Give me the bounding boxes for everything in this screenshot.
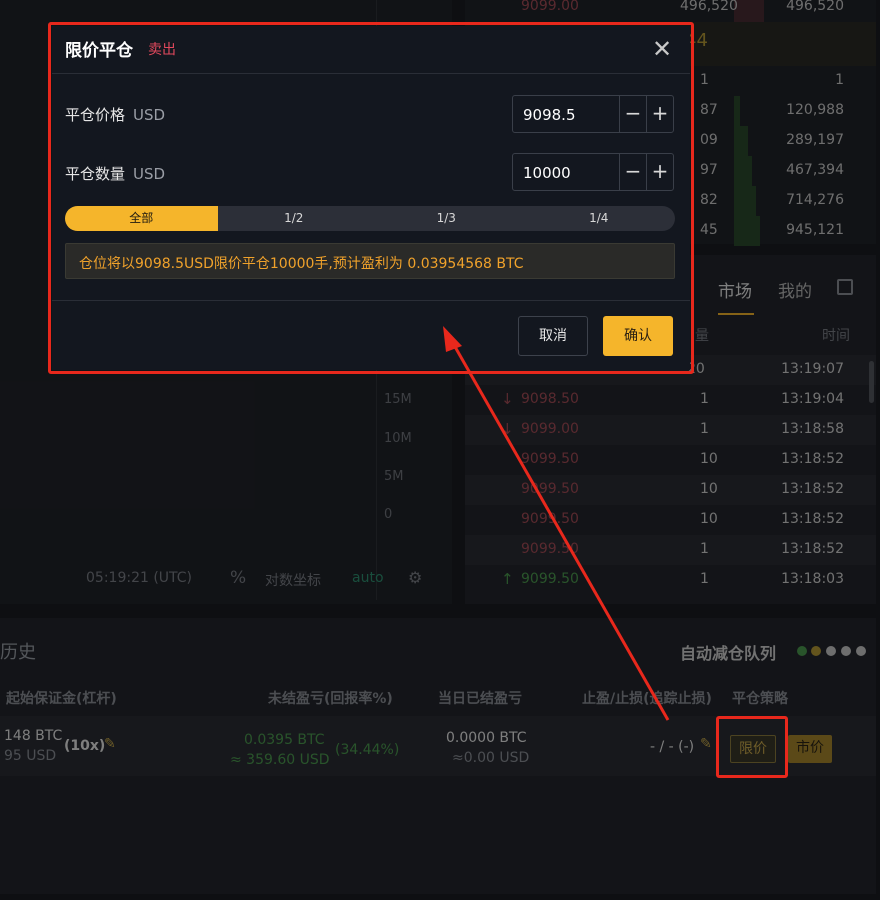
annotation-arrow-head xyxy=(443,326,462,352)
annotation-arrow xyxy=(443,326,670,721)
annotation-arrow-line xyxy=(448,337,670,721)
